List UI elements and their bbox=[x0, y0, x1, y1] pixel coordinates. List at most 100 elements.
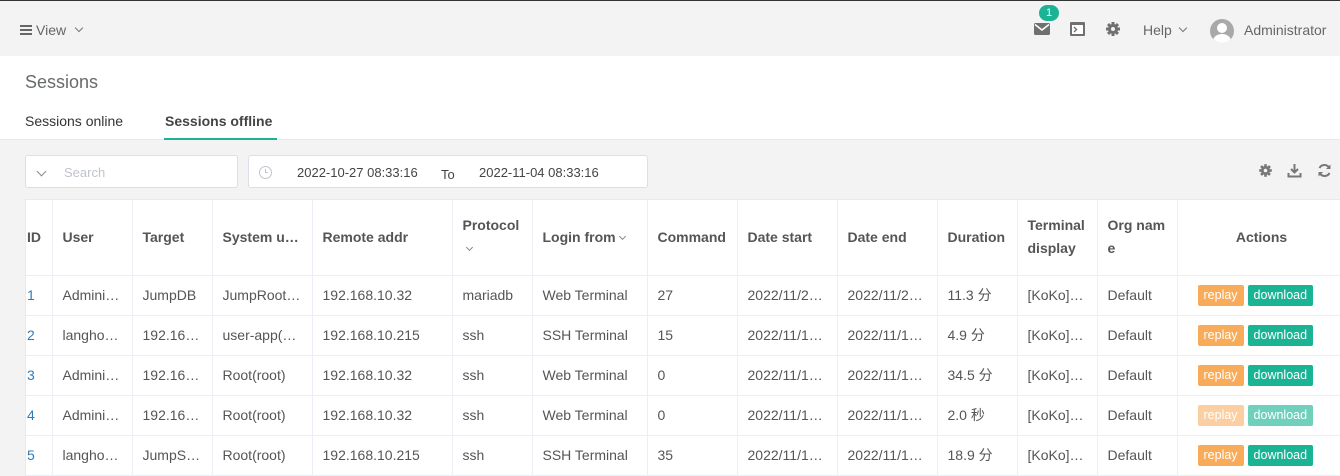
column-header-protocol[interactable]: Protocol bbox=[452, 200, 533, 276]
cell-command: 15 bbox=[647, 315, 738, 356]
view-menu-button[interactable]: View bbox=[20, 22, 84, 38]
cell-target: 192.168.10.32 bbox=[132, 395, 213, 436]
table-row: 4 Administrator 192.168.10.32 Root(root)… bbox=[26, 395, 1340, 436]
cell-actions: replay download bbox=[1177, 315, 1340, 356]
date-range-picker[interactable]: 2022-10-27 08:33:16 To 2022-11-04 08:33:… bbox=[248, 155, 648, 188]
chevron-down-icon bbox=[74, 23, 84, 33]
menu-icon bbox=[20, 25, 32, 35]
cell-remote-addr: 192.168.10.215 bbox=[312, 315, 453, 356]
cell-user: Administrator bbox=[52, 355, 133, 396]
column-header-command[interactable]: Command bbox=[647, 200, 738, 276]
cell-date-end: 2022/11/1 15:10:00 bbox=[837, 395, 938, 436]
tab-sessions-offline[interactable]: Sessions offline bbox=[165, 113, 272, 129]
cell-command: 27 bbox=[647, 275, 738, 316]
cell-protocol: ssh bbox=[452, 395, 533, 436]
cell-system-user: user-app(user-app) bbox=[212, 315, 313, 356]
settings-icon[interactable] bbox=[1258, 163, 1273, 178]
top-navbar: View 1 Help Administrator bbox=[0, 0, 1340, 56]
user-avatar-icon[interactable] bbox=[1210, 19, 1234, 43]
cell-command: 0 bbox=[647, 395, 738, 436]
cell-terminal-display: [KoKo]-koko bbox=[1017, 435, 1098, 476]
date-end-input[interactable]: 2022-11-04 08:33:16 bbox=[479, 165, 599, 180]
cell-command: 0 bbox=[647, 355, 738, 396]
column-header-system-user[interactable]: System user bbox=[212, 200, 313, 276]
terminal-icon[interactable] bbox=[1069, 21, 1087, 37]
export-icon[interactable] bbox=[1287, 163, 1302, 178]
cell-terminal-display: [KoKo]-koko bbox=[1017, 355, 1098, 396]
download-button[interactable]: download bbox=[1247, 284, 1314, 306]
column-header-date-end[interactable]: Date end bbox=[837, 200, 938, 276]
cell-date-start: 2022/11/1 17:35:09 bbox=[737, 315, 838, 356]
cell-id[interactable]: 3 bbox=[26, 355, 53, 396]
gear-icon[interactable] bbox=[1105, 21, 1123, 37]
filter-chevron-icon[interactable] bbox=[465, 244, 473, 252]
download-button[interactable]: download bbox=[1247, 364, 1314, 386]
column-header-remote-addr[interactable]: Remote addr bbox=[312, 200, 453, 276]
replay-button[interactable]: replay bbox=[1197, 324, 1244, 346]
cell-date-start: 2022/11/2 08:31:06 bbox=[737, 275, 838, 316]
table-row: 1 Administrator JumpDB JumpRoot(root) 19… bbox=[26, 275, 1340, 316]
cell-org-name: Default bbox=[1097, 315, 1178, 356]
cell-user: langhongbo bbox=[52, 435, 133, 476]
download-button[interactable]: download bbox=[1247, 324, 1314, 346]
help-menu[interactable]: Help bbox=[1143, 22, 1188, 38]
help-label: Help bbox=[1143, 22, 1172, 38]
column-header-duration[interactable]: Duration bbox=[937, 200, 1018, 276]
cell-protocol: ssh bbox=[452, 355, 533, 396]
column-header-org-name[interactable]: Org name bbox=[1097, 200, 1178, 276]
protocol-header-label: Protocol bbox=[462, 217, 520, 234]
cell-remote-addr: 192.168.10.32 bbox=[312, 395, 453, 436]
cell-user: langhongbo bbox=[52, 315, 133, 356]
column-header-terminal-display[interactable]: Terminal display bbox=[1017, 200, 1098, 276]
download-button[interactable]: download bbox=[1247, 444, 1314, 466]
chevron-down-icon[interactable] bbox=[36, 166, 47, 177]
cell-id[interactable]: 2 bbox=[26, 315, 53, 356]
login-from-header-label: Login from bbox=[542, 228, 616, 245]
date-start-input[interactable]: 2022-10-27 08:33:16 bbox=[297, 165, 418, 180]
column-header-date-start[interactable]: Date start bbox=[737, 200, 838, 276]
cell-actions: replay download bbox=[1177, 435, 1340, 476]
tab-sessions-online[interactable]: Sessions online bbox=[25, 113, 123, 129]
cell-protocol: mariadb bbox=[452, 275, 533, 316]
cell-terminal-display: [KoKo]-koko bbox=[1017, 315, 1098, 356]
cell-org-name: Default bbox=[1097, 395, 1178, 436]
cell-terminal-display: [KoKo]-koko bbox=[1017, 275, 1098, 316]
search-box[interactable] bbox=[25, 155, 238, 188]
cell-duration: 4.9 分 bbox=[937, 315, 1018, 356]
mail-icon[interactable] bbox=[1033, 21, 1051, 37]
column-header-user[interactable]: User bbox=[52, 200, 133, 276]
refresh-icon[interactable] bbox=[1317, 163, 1332, 178]
cell-date-start: 2022/11/1 15:09:58 bbox=[737, 395, 838, 436]
view-label: View bbox=[36, 22, 67, 38]
replay-button[interactable]: replay bbox=[1197, 284, 1244, 306]
cell-remote-addr: 192.168.10.215 bbox=[312, 435, 453, 476]
cell-protocol: ssh bbox=[452, 435, 533, 476]
column-header-id[interactable]: ID bbox=[26, 200, 53, 276]
cell-date-end: 2022/11/1 15:44:52 bbox=[837, 355, 938, 396]
search-input[interactable] bbox=[62, 162, 227, 182]
cell-actions: replay download bbox=[1177, 275, 1340, 316]
replay-button[interactable]: replay bbox=[1197, 444, 1244, 466]
cell-system-user: Root(root) bbox=[212, 435, 313, 476]
cell-date-end: 2022/11/2 08:42:24 bbox=[837, 275, 938, 316]
clock-icon bbox=[259, 166, 272, 179]
filter-chevron-icon[interactable] bbox=[618, 232, 626, 240]
chevron-down-icon bbox=[1178, 23, 1188, 33]
cell-duration: 11.3 分 bbox=[937, 275, 1018, 316]
replay-button[interactable]: replay bbox=[1197, 364, 1244, 386]
cell-date-end: 2022/11/1 17:40:03 bbox=[837, 315, 938, 356]
cell-id[interactable]: 1 bbox=[26, 275, 53, 316]
column-header-login-from[interactable]: Login from bbox=[532, 200, 648, 276]
cell-id[interactable]: 5 bbox=[26, 435, 53, 476]
column-header-target[interactable]: Target bbox=[132, 200, 213, 276]
download-button[interactable]: download bbox=[1247, 404, 1314, 426]
cell-target: 192.168.10.215 bbox=[132, 315, 213, 356]
cell-id[interactable]: 4 bbox=[26, 395, 53, 436]
cell-target: JumpDB bbox=[132, 275, 213, 316]
table-row: 3 Administrator 192.168.10.32 Root(root)… bbox=[26, 355, 1340, 396]
table-row: 2 langhongbo 192.168.10.215 user-app(use… bbox=[26, 315, 1340, 356]
user-name[interactable]: Administrator bbox=[1244, 22, 1326, 38]
cell-login-from: Web Terminal bbox=[532, 395, 648, 436]
replay-button[interactable]: replay bbox=[1197, 404, 1244, 426]
cell-remote-addr: 192.168.10.32 bbox=[312, 355, 453, 396]
